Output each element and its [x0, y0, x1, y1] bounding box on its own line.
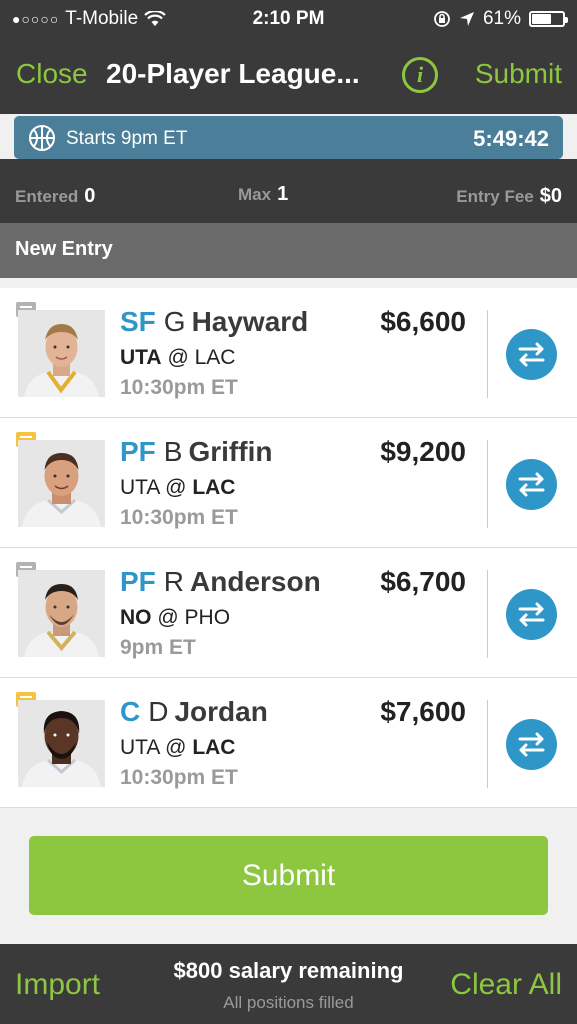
away-team: UTA — [120, 736, 160, 759]
player-salary: $9,200 — [380, 436, 466, 467]
bottom-bar: Import $800 salary remaining All positio… — [0, 944, 577, 1024]
away-team: UTA — [120, 346, 162, 369]
new-entry-header: New Entry — [0, 223, 577, 278]
swap-arrows-icon — [518, 342, 545, 367]
player-initial: B — [163, 436, 183, 467]
contest-stats: Entered 0 Max 1 Entry Fee $0 — [0, 159, 577, 223]
home-team: LAC — [192, 736, 236, 759]
game-matchup: UTA @ LAC — [120, 476, 235, 500]
at-sign: @ — [165, 736, 187, 759]
entry-fee-stat: Entry Fee $0 — [456, 185, 562, 208]
away-team: NO — [120, 606, 152, 629]
nav-submit-button[interactable]: Submit — [475, 58, 562, 90]
submit-button[interactable]: Submit — [29, 836, 548, 915]
swap-player-button[interactable] — [506, 329, 557, 380]
swap-arrows-icon — [518, 732, 545, 757]
swap-arrows-icon — [518, 472, 545, 497]
away-team: UTA — [120, 476, 160, 499]
position-label: PF — [120, 566, 156, 597]
player-row[interactable]: SF G Hayward $6,600 UTA @ LAC 10:30pm ET — [0, 288, 577, 418]
entered-label: Entered — [15, 187, 79, 206]
player-initial: R — [163, 566, 185, 597]
entry-fee-label: Entry Fee — [456, 187, 534, 206]
row-divider — [487, 700, 488, 788]
player-row[interactable]: PF R Anderson $6,700 NO @ PHO 9pm ET — [0, 548, 577, 678]
max-stat: Max 1 — [238, 183, 288, 206]
player-photo — [18, 570, 105, 657]
player-row[interactable]: C D Jordan $7,600 UTA @ LAC 10:30pm ET — [0, 678, 577, 808]
player-initial: D — [148, 696, 169, 727]
position-label: PF — [120, 436, 156, 467]
position-label: SF — [120, 306, 156, 337]
battery-percent: 61% — [482, 8, 521, 29]
player-row[interactable]: PF B Griffin $9,200 UTA @ LAC 10:30pm ET — [0, 418, 577, 548]
entered-value: 0 — [84, 185, 96, 207]
game-matchup: UTA @ LAC — [120, 346, 235, 370]
lock-rotation-icon — [434, 11, 450, 27]
at-sign: @ — [157, 606, 179, 629]
at-sign: @ — [167, 346, 189, 369]
battery-icon — [529, 11, 568, 27]
player-list: SFGHayward $6,600 UTA @ LAC 10:30pm ET — [0, 288, 577, 808]
game-time: 10:30pm ET — [120, 376, 238, 399]
at-sign: @ — [165, 476, 187, 499]
entry-fee-value: $0 — [539, 185, 562, 207]
nav-bar: Close 20-Player League... i Submit — [0, 38, 577, 114]
row-divider — [487, 310, 488, 398]
game-time: 10:30pm ET — [120, 766, 238, 789]
swap-player-button[interactable] — [506, 459, 557, 510]
swap-arrows-icon — [518, 602, 545, 627]
status-bar: ●○○○○ T-Mobile 2:10 PM 61% — [0, 0, 577, 38]
home-team: LAC — [192, 476, 236, 499]
clear-all-button[interactable]: Clear All — [450, 968, 562, 1002]
game-time: 10:30pm ET — [120, 506, 238, 529]
contest-start-bar: Starts 9pm ET 5:49:42 — [14, 116, 563, 159]
player-salary: $6,700 — [380, 566, 466, 597]
player-initial: G — [163, 306, 186, 337]
player-name-line: C D Jordan — [120, 696, 268, 728]
home-team: LAC — [194, 346, 236, 369]
player-salary: $7,600 — [380, 696, 466, 727]
player-salary: $6,600 — [380, 306, 466, 337]
player-last-name: Jordan — [174, 696, 268, 727]
player-name-line: SF G Hayward — [120, 306, 308, 338]
basketball-icon — [29, 125, 55, 151]
submit-area: Submit — [0, 808, 577, 944]
player-photo — [18, 700, 105, 787]
status-right: 61% — [433, 8, 568, 30]
max-value: 1 — [277, 183, 289, 205]
game-matchup: UTA @ LAC — [120, 736, 235, 760]
player-last-name: Hayward — [191, 306, 309, 337]
player-last-name: Anderson — [190, 566, 321, 597]
player-name-line: PF R Anderson — [120, 566, 321, 598]
game-matchup: NO @ PHO — [120, 606, 230, 630]
location-arrow-icon — [459, 12, 474, 26]
player-photo — [18, 440, 105, 527]
close-button[interactable]: Close — [16, 58, 88, 90]
row-divider — [487, 570, 488, 658]
player-name-line: PF B Griffin — [120, 436, 272, 468]
max-label: Max — [238, 185, 272, 204]
swap-player-button[interactable] — [506, 589, 557, 640]
contest-title: 20-Player League... — [106, 58, 360, 89]
countdown-timer: 5:49:42 — [473, 126, 549, 151]
swap-player-button[interactable] — [506, 719, 557, 770]
entered-stat: Entered 0 — [15, 185, 95, 208]
player-last-name: Griffin — [188, 436, 273, 467]
row-divider — [487, 440, 488, 528]
player-photo — [18, 310, 105, 397]
starts-label: Starts 9pm ET — [66, 128, 188, 149]
position-label: C — [120, 696, 141, 727]
game-time: 9pm ET — [120, 636, 196, 659]
info-icon[interactable]: i — [402, 57, 438, 93]
home-team: PHO — [184, 606, 231, 629]
